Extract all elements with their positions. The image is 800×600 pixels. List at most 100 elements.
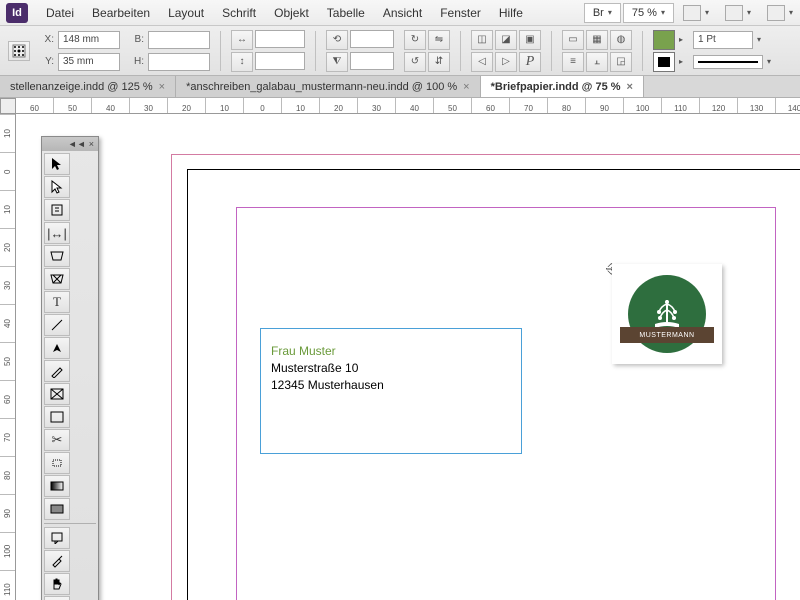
ruler-tick: 90: [586, 98, 624, 113]
bridge-button[interactable]: Br▾: [584, 3, 621, 23]
arrange-icon[interactable]: ▾: [760, 2, 800, 24]
control-bar: X:148 mm Y:35 mm B: H: ↔ ↕ ⟲ ⧨ ↻⇋ ↺⇵ ◫◪▣…: [0, 26, 800, 76]
address-text-frame[interactable]: Frau Muster Musterstraße 10 12345 Muster…: [260, 328, 522, 454]
zoom-tool[interactable]: [44, 596, 70, 600]
menu-fenster[interactable]: Fenster: [432, 3, 489, 23]
zoom-level[interactable]: 75 % ▾: [623, 3, 674, 23]
gradient-feather-tool[interactable]: [44, 498, 70, 520]
close-icon[interactable]: ×: [159, 81, 165, 93]
note-tool[interactable]: [44, 527, 70, 549]
eyedropper-tool[interactable]: [44, 550, 70, 572]
scale-y-icon[interactable]: ↕: [231, 52, 253, 72]
gradient-swatch-tool[interactable]: [44, 475, 70, 497]
scale-y-input[interactable]: [255, 52, 305, 70]
scale-x-input[interactable]: [255, 30, 305, 48]
logo-frame[interactable]: MUSTERMANN: [612, 264, 722, 364]
scale-x-icon[interactable]: ↔: [231, 30, 253, 50]
size-group: B: H:: [130, 30, 210, 72]
rotate-input[interactable]: [350, 30, 394, 48]
paragraph-style-icon[interactable]: P: [519, 52, 541, 72]
content-placer-tool[interactable]: [44, 268, 70, 290]
corner-options-icon[interactable]: ◲: [610, 52, 632, 72]
ruler-tick: 30: [358, 98, 396, 113]
shear-input[interactable]: [350, 52, 394, 70]
ruler-tick: 60: [16, 98, 54, 113]
gap-tool[interactable]: |↔|: [44, 222, 70, 244]
x-input[interactable]: 148 mm: [58, 31, 120, 49]
menu-objekt[interactable]: Objekt: [266, 3, 317, 23]
wrap-none-icon[interactable]: ▭: [562, 30, 584, 50]
close-icon[interactable]: ×: [627, 81, 633, 93]
ruler-tick: 10: [0, 114, 15, 152]
menu-schrift[interactable]: Schrift: [214, 3, 264, 23]
select-next-icon[interactable]: ▷: [495, 52, 517, 72]
ruler-tick: 40: [0, 304, 15, 342]
stroke-weight-input[interactable]: 1 Pt: [693, 31, 753, 49]
ruler-tick: 40: [396, 98, 434, 113]
document-canvas[interactable]: Frau Muster Musterstraße 10 12345 Muster…: [16, 114, 800, 600]
ruler-vertical[interactable]: 100102030405060708090100110120130140: [0, 114, 16, 600]
direct-selection-tool[interactable]: [44, 176, 70, 198]
wrap-bbox-icon[interactable]: ▦: [586, 30, 608, 50]
stroke-style-select[interactable]: [693, 55, 763, 69]
menu-layout[interactable]: Layout: [160, 3, 212, 23]
y-input[interactable]: 35 mm: [58, 53, 120, 71]
h-input[interactable]: [148, 53, 210, 71]
ruler-horizontal[interactable]: 6050403020100102030405060708090100110120…: [16, 98, 800, 114]
hand-tool[interactable]: [44, 573, 70, 595]
close-icon[interactable]: ×: [463, 81, 469, 93]
menu-bearbeiten[interactable]: Bearbeiten: [84, 3, 158, 23]
scissors-tool[interactable]: ✂: [44, 429, 70, 451]
ruler-tick: 70: [0, 418, 15, 456]
rotate-cw-icon[interactable]: ↻: [404, 30, 426, 50]
tab-stellenanzeige[interactable]: stellenanzeige.indd @ 125 %×: [0, 76, 176, 97]
wrap-jumpnext-icon[interactable]: ⫠: [586, 52, 608, 72]
shear-icon[interactable]: ⧨: [326, 52, 348, 72]
fill-chip[interactable]: [653, 30, 675, 50]
ruler-tick: 20: [0, 228, 15, 266]
ruler-tick: 80: [0, 456, 15, 494]
rotate-icon[interactable]: ⟲: [326, 30, 348, 50]
select-container-icon[interactable]: ◫: [471, 30, 493, 50]
select-prev-icon[interactable]: ◁: [471, 52, 493, 72]
reference-point-icon[interactable]: [8, 41, 30, 61]
free-transform-tool[interactable]: [44, 452, 70, 474]
pencil-tool[interactable]: [44, 360, 70, 382]
menu-hilfe[interactable]: Hilfe: [491, 3, 531, 23]
view-options-icon[interactable]: ▾: [676, 2, 716, 24]
ruler-tick: 0: [0, 152, 15, 190]
content-collector-tool[interactable]: [44, 245, 70, 267]
scale-group: ↔ ↕: [231, 30, 305, 72]
stroke-chip[interactable]: [653, 52, 675, 72]
select-content-icon[interactable]: ◪: [495, 30, 517, 50]
wrap-shape-icon[interactable]: ◍: [610, 30, 632, 50]
ruler-origin[interactable]: [0, 98, 16, 114]
rectangle-frame-tool[interactable]: [44, 383, 70, 405]
w-input[interactable]: [148, 31, 210, 49]
selection-tool[interactable]: [44, 153, 70, 175]
fitting-icon[interactable]: ▣: [519, 30, 541, 50]
tab-anschreiben[interactable]: *anschreiben_galabau_mustermann-neu.indd…: [176, 76, 481, 97]
ruler-tick: 110: [0, 570, 15, 600]
tools-panel[interactable]: ◄◄× |↔| T ✂: [41, 136, 99, 600]
ruler-tick: 10: [206, 98, 244, 113]
page-tool[interactable]: [44, 199, 70, 221]
h-label: H:: [130, 56, 144, 67]
pen-tool[interactable]: [44, 337, 70, 359]
rectangle-tool[interactable]: [44, 406, 70, 428]
wrap-jump-icon[interactable]: ≡: [562, 52, 584, 72]
rotate-ccw-icon[interactable]: ↺: [404, 52, 426, 72]
menu-ansicht[interactable]: Ansicht: [375, 3, 430, 23]
menu-tabelle[interactable]: Tabelle: [319, 3, 373, 23]
line-tool[interactable]: [44, 314, 70, 336]
tab-briefpapier[interactable]: *Briefpapier.indd @ 75 %×: [481, 76, 644, 97]
flip-h-icon[interactable]: ⇋: [428, 30, 450, 50]
panel-header[interactable]: ◄◄×: [42, 137, 98, 151]
screen-mode-icon[interactable]: ▾: [718, 2, 758, 24]
close-icon[interactable]: ×: [89, 139, 94, 149]
flip-v-icon[interactable]: ⇵: [428, 52, 450, 72]
menu-datei[interactable]: Datei: [38, 3, 82, 23]
type-tool[interactable]: T: [44, 291, 70, 313]
collapse-icon[interactable]: ◄◄: [68, 139, 86, 149]
pathfinder-group: ◫◪▣ ◁▷P: [471, 30, 541, 72]
